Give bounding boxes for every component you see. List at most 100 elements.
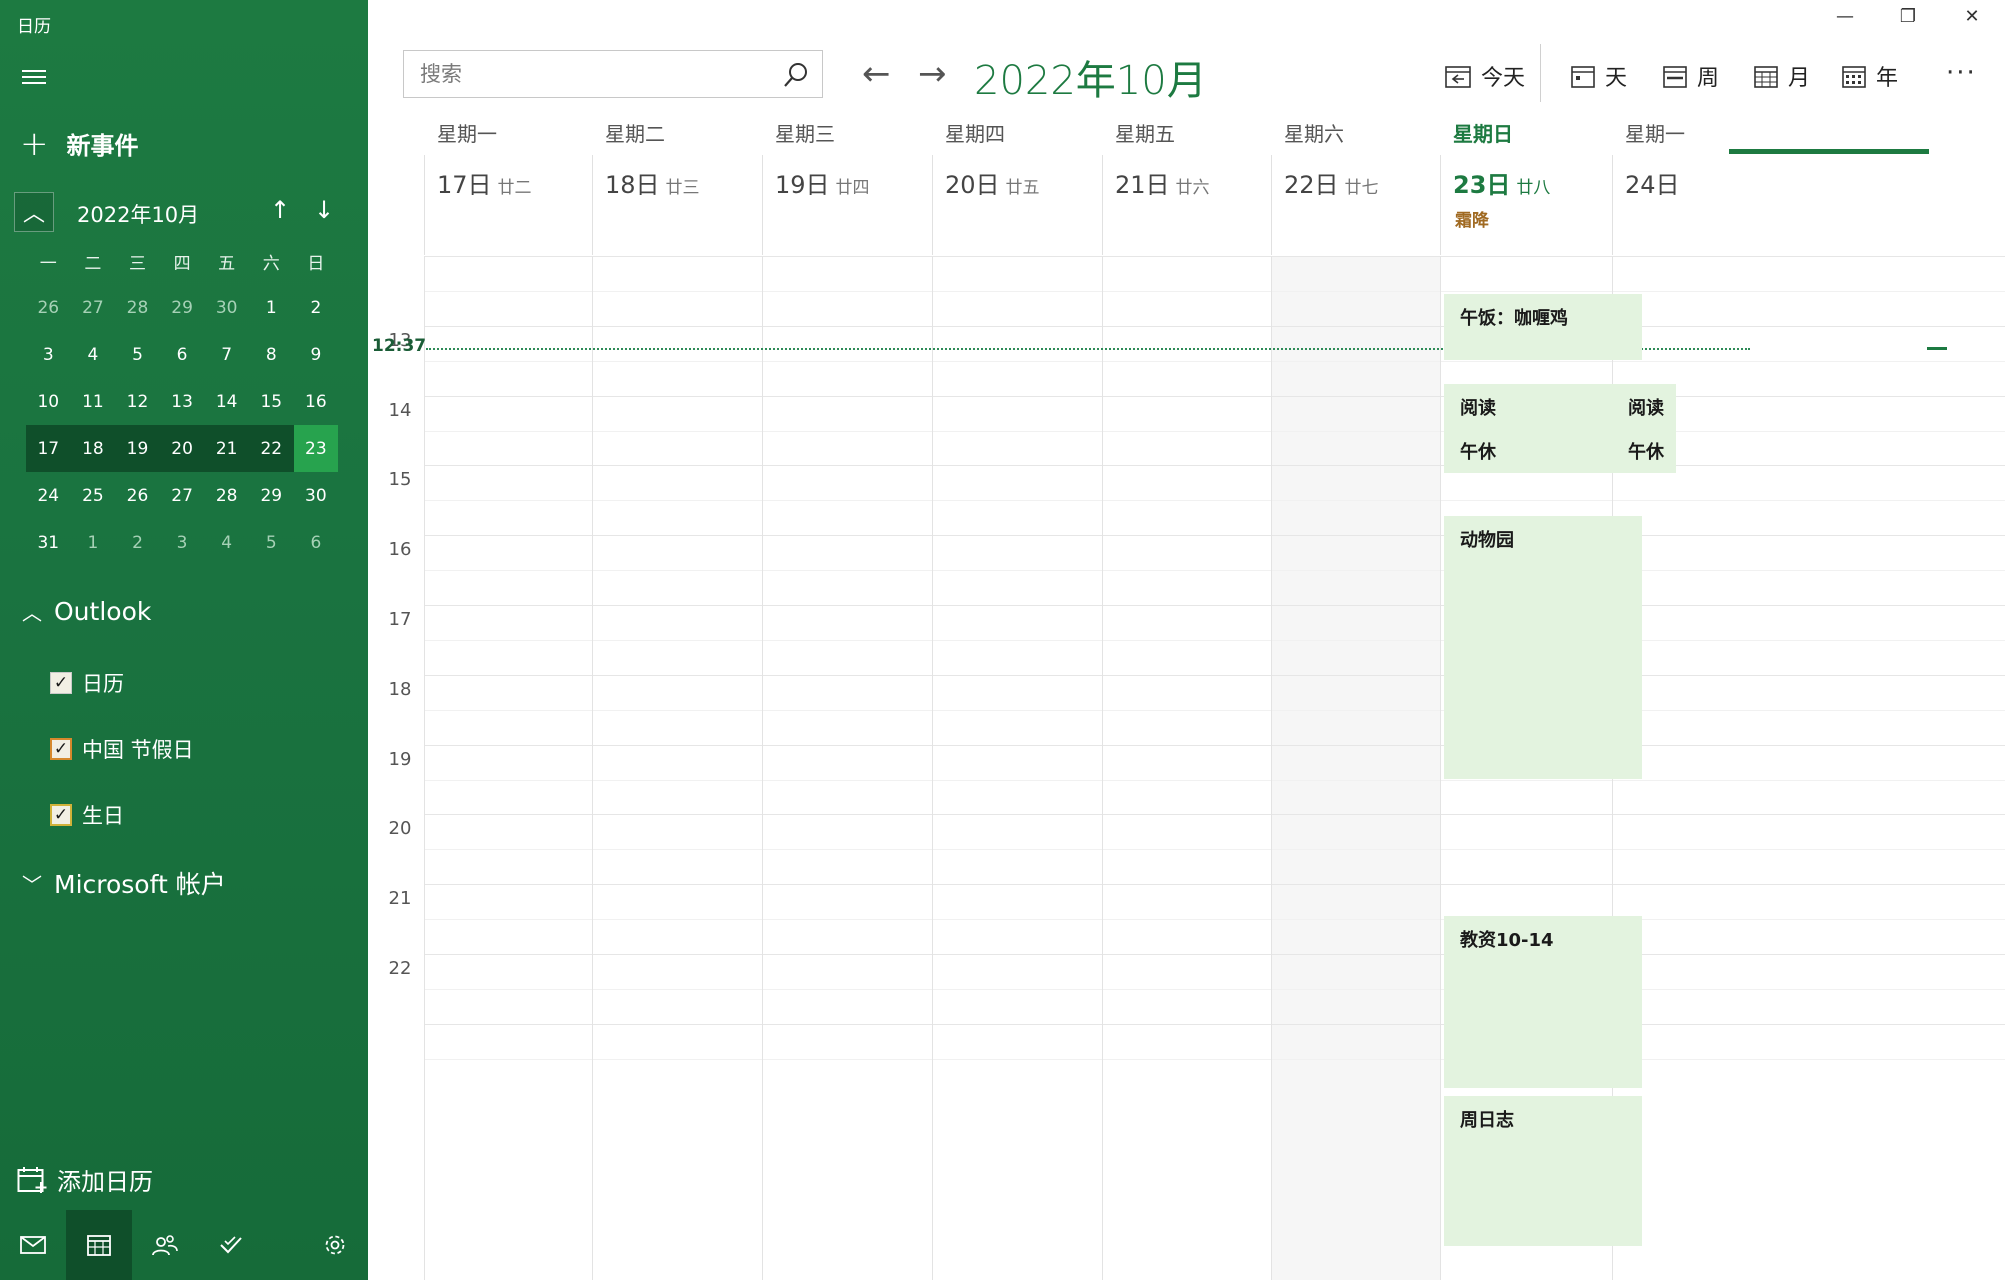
- day-header-cell[interactable]: 19日 廿四: [762, 155, 932, 255]
- day-header-cell[interactable]: 23日 廿八 霜降: [1440, 155, 1612, 255]
- current-time-marker: [1927, 347, 1947, 350]
- mini-calendar-day[interactable]: 26: [26, 284, 71, 331]
- hour-label: 17: [388, 609, 412, 630]
- mini-calendar-day[interactable]: 14: [204, 378, 249, 425]
- calendar-event[interactable]: 午休: [1444, 428, 1642, 473]
- mini-calendar-day[interactable]: 28: [204, 472, 249, 519]
- collapse-calendar-button[interactable]: ︿: [14, 192, 54, 232]
- calendar-item-holidays[interactable]: ✓ 中国 节假日: [50, 734, 194, 764]
- mini-calendar-day[interactable]: 25: [71, 472, 116, 519]
- calendar-item-calendar[interactable]: ✓ 日历: [50, 668, 124, 698]
- mini-calendar-day[interactable]: 26: [115, 472, 160, 519]
- calendar-event[interactable]: 午休: [1616, 428, 1676, 473]
- day-header-name: 星期一: [1625, 122, 1685, 146]
- mini-calendar-day[interactable]: 19: [115, 425, 160, 472]
- day-header-cell[interactable]: 20日 廿五: [932, 155, 1102, 255]
- mini-calendar-day[interactable]: 15: [249, 378, 294, 425]
- mini-calendar-day[interactable]: 17: [26, 425, 71, 472]
- calendar-item-birthdays[interactable]: ✓ 生日: [50, 800, 124, 830]
- new-event-button[interactable]: + 新事件: [20, 126, 139, 161]
- mini-calendar-day[interactable]: 11: [71, 378, 116, 425]
- mini-calendar-day[interactable]: 18: [70, 425, 116, 472]
- calendar-button[interactable]: [66, 1210, 132, 1280]
- mini-calendar-day[interactable]: 5: [249, 519, 294, 566]
- calendar-event[interactable]: 阅读: [1444, 384, 1642, 428]
- day-header-cell[interactable]: 24日: [1612, 155, 1732, 255]
- mini-calendar-day[interactable]: 12: [115, 378, 160, 425]
- mini-calendar-day[interactable]: 3: [160, 519, 205, 566]
- more-options-button[interactable]: ···: [1946, 58, 1977, 88]
- day-header-cell[interactable]: 18日 廿三: [592, 155, 762, 255]
- mini-calendar-day[interactable]: 13: [160, 378, 205, 425]
- next-arrow-icon[interactable]: →: [918, 54, 947, 94]
- hamburger-menu-icon[interactable]: [22, 66, 46, 86]
- add-calendar-button[interactable]: 添加日历: [17, 1162, 153, 1197]
- checkbox-checked-icon[interactable]: ✓: [50, 804, 72, 826]
- mini-calendar-day[interactable]: 9: [294, 331, 339, 378]
- calendar-event[interactable]: 周日志: [1444, 1096, 1642, 1246]
- restore-button[interactable]: ❐: [1888, 6, 1928, 27]
- mini-calendar-day[interactable]: 23: [293, 425, 339, 472]
- mini-calendar-day[interactable]: 5: [115, 331, 160, 378]
- mini-calendar-day[interactable]: 29: [249, 472, 294, 519]
- mini-calendar-day[interactable]: 29: [160, 284, 205, 331]
- account-outlook-toggle[interactable]: ︿ Outlook: [22, 597, 151, 626]
- mini-calendar-day[interactable]: 4: [71, 331, 116, 378]
- mini-calendar-day[interactable]: 24: [26, 472, 71, 519]
- mini-calendar-day[interactable]: 6: [294, 519, 339, 566]
- mini-calendar-day[interactable]: 21: [204, 425, 249, 472]
- day-header-cell[interactable]: 17日 廿二: [424, 155, 592, 255]
- view-year-button[interactable]: 年: [1842, 60, 1898, 92]
- mini-calendar-day[interactable]: 27: [160, 472, 205, 519]
- mini-calendar-day[interactable]: 10: [26, 378, 71, 425]
- settings-button[interactable]: [302, 1210, 368, 1280]
- mini-calendar-day[interactable]: 22: [248, 425, 294, 472]
- day-header-cell[interactable]: 21日 廿六: [1102, 155, 1271, 255]
- close-button[interactable]: ✕: [1952, 6, 1992, 27]
- holiday-label: 霜降: [1455, 211, 1489, 231]
- calendar-event[interactable]: 教资10-14: [1444, 916, 1642, 1088]
- mail-button[interactable]: [0, 1210, 66, 1280]
- view-week-button[interactable]: 周: [1663, 60, 1719, 92]
- mini-calendar-day[interactable]: 8: [249, 331, 294, 378]
- event-title: 教资10-14: [1460, 930, 1554, 951]
- todo-button[interactable]: [198, 1210, 264, 1280]
- mini-calendar-day[interactable]: 2: [115, 519, 160, 566]
- mini-calendar-day[interactable]: 7: [204, 331, 249, 378]
- mini-calendar-day[interactable]: 4: [204, 519, 249, 566]
- mini-calendar-day[interactable]: 1: [71, 519, 116, 566]
- mini-calendar-day[interactable]: 28: [115, 284, 160, 331]
- mini-calendar-day[interactable]: 16: [294, 378, 339, 425]
- search-icon[interactable]: [782, 61, 810, 89]
- search-box[interactable]: [403, 50, 823, 98]
- search-input[interactable]: [404, 51, 764, 97]
- mini-calendar-month-title[interactable]: 2022年10月: [77, 199, 199, 229]
- checkbox-checked-icon[interactable]: ✓: [50, 738, 72, 760]
- minimize-button[interactable]: —: [1825, 6, 1865, 27]
- previous-month-arrow-icon[interactable]: ↑: [270, 196, 290, 224]
- settings-icon: [325, 1235, 345, 1255]
- view-day-button[interactable]: 天: [1571, 60, 1627, 92]
- current-month-title[interactable]: 2022年10月: [974, 48, 1207, 106]
- mini-calendar-day[interactable]: 2: [294, 284, 339, 331]
- mini-calendar-day[interactable]: 27: [71, 284, 116, 331]
- mini-calendar-day[interactable]: 3: [26, 331, 71, 378]
- mini-calendar-day[interactable]: 6: [160, 331, 205, 378]
- mini-calendar-day[interactable]: 1: [249, 284, 294, 331]
- today-button[interactable]: 今天: [1445, 60, 1525, 92]
- people-button[interactable]: [132, 1210, 198, 1280]
- calendar-event[interactable]: 午饭：咖喱鸡: [1444, 294, 1642, 360]
- next-month-arrow-icon[interactable]: ↓: [314, 196, 334, 224]
- day-column-line: [1271, 256, 1272, 1280]
- mini-calendar-day[interactable]: 30: [294, 472, 339, 519]
- day-header-cell[interactable]: 22日 廿七: [1271, 155, 1440, 255]
- mini-calendar-day[interactable]: 30: [204, 284, 249, 331]
- view-month-button[interactable]: 月: [1754, 60, 1810, 92]
- mini-calendar-day[interactable]: 20: [159, 425, 205, 472]
- account-microsoft-toggle[interactable]: ﹀ Microsoft 帐户: [22, 865, 226, 901]
- mini-calendar-day[interactable]: 31: [26, 519, 71, 566]
- checkbox-checked-icon[interactable]: ✓: [50, 672, 72, 694]
- previous-arrow-icon[interactable]: ←: [862, 54, 891, 94]
- calendar-event[interactable]: 动物园: [1444, 516, 1642, 779]
- calendar-event[interactable]: 阅读: [1616, 384, 1676, 428]
